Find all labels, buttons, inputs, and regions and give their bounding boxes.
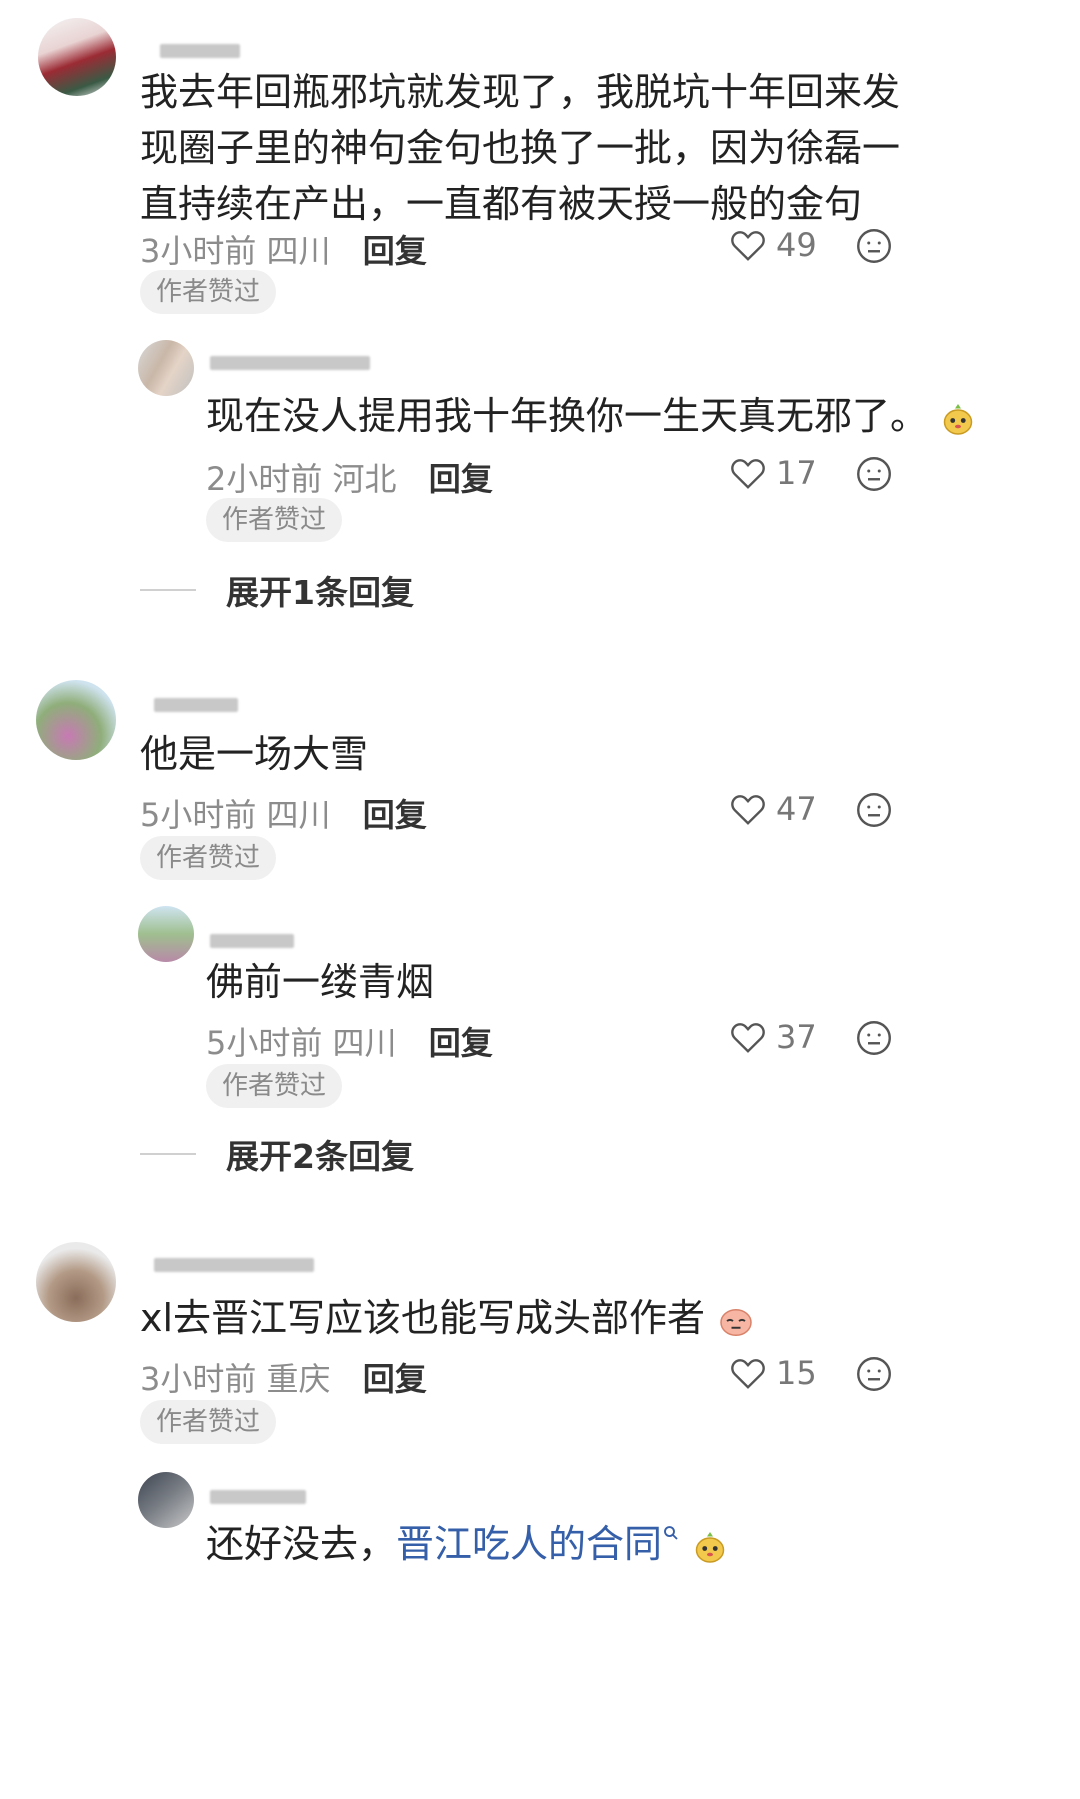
sticker-emoji-icon — [943, 403, 973, 435]
comment-location: 河北 — [332, 460, 397, 498]
username-redacted[interactable] — [210, 1490, 306, 1504]
like-button[interactable]: 47 — [730, 790, 817, 828]
author-liked-badge: 作者赞过 — [140, 270, 277, 314]
comment-meta: 3小时前 四川 回复 — [140, 226, 427, 272]
username-redacted[interactable] — [154, 1258, 314, 1272]
divider — [140, 1153, 196, 1155]
comment-time: 2小时前 — [206, 460, 323, 498]
comment-text: 还好没去，晋江吃人的合同 — [206, 1516, 728, 1572]
reply-button[interactable]: 回复 — [429, 1024, 493, 1062]
author-liked-badge: 作者赞过 — [140, 1400, 277, 1444]
author-liked-badge: 作者赞过 — [206, 1064, 343, 1108]
comment-time: 5小时前 — [206, 1024, 323, 1062]
comment-time: 5小时前 — [140, 796, 257, 834]
like-count: 47 — [776, 790, 817, 828]
meh-face-icon[interactable] — [856, 456, 892, 492]
like-button[interactable]: 49 — [730, 226, 817, 264]
meh-face-icon[interactable] — [856, 228, 892, 264]
username-redacted[interactable] — [210, 356, 370, 370]
comment-location: 四川 — [266, 796, 331, 834]
comment-location: 四川 — [266, 232, 331, 270]
reply-button[interactable]: 回复 — [363, 232, 427, 270]
username-redacted[interactable] — [160, 44, 240, 58]
reply-button[interactable]: 回复 — [363, 1360, 427, 1398]
meh-face-icon[interactable] — [856, 1020, 892, 1056]
comment-text: 他是一场大雪 — [140, 732, 369, 776]
comment-time: 3小时前 — [140, 232, 257, 270]
heart-outline-icon — [731, 459, 765, 489]
divider — [140, 589, 196, 591]
like-button[interactable]: 15 — [730, 1354, 817, 1392]
search-link[interactable]: 晋江吃人的合同 — [396, 1522, 662, 1566]
comment-meta: 2小时前 河北 回复 — [206, 454, 493, 500]
avatar[interactable] — [138, 906, 194, 962]
comment-meta: 3小时前 重庆 回复 — [140, 1354, 427, 1400]
heart-outline-icon — [731, 231, 765, 261]
reply-text: 现在没人提用我十年换你一生天真无邪了。 — [206, 394, 929, 438]
avatar[interactable] — [38, 18, 116, 96]
meh-face-icon[interactable] — [856, 1356, 892, 1392]
reply-button[interactable]: 回复 — [363, 796, 427, 834]
comment-text: 我去年回瓶邪坑就发现了，我脱坑十年回来发现圈子里的神句金句也换了一批，因为徐磊一… — [140, 70, 901, 226]
comment-meta: 5小时前 四川 回复 — [206, 1018, 493, 1064]
meh-face-icon[interactable] — [856, 792, 892, 828]
author-liked-badge: 作者赞过 — [206, 498, 343, 542]
like-button[interactable]: 37 — [730, 1018, 817, 1056]
sticker-emoji-icon — [695, 1531, 725, 1563]
author-liked-badge: 作者赞过 — [140, 836, 277, 880]
comment-text: xl去晋江写应该也能写成头部作者 — [140, 1290, 755, 1346]
avatar[interactable] — [138, 1472, 194, 1528]
expand-replies-button[interactable]: 展开1条回复 — [140, 566, 414, 614]
like-count: 49 — [776, 226, 817, 264]
comment-time: 3小时前 — [140, 1360, 257, 1398]
heart-outline-icon — [731, 1023, 765, 1053]
reply-text: xl去晋江写应该也能写成头部作者 — [140, 1296, 706, 1340]
avatar[interactable] — [138, 340, 194, 396]
expand-label: 展开1条回复 — [226, 573, 414, 612]
username-redacted[interactable] — [154, 698, 238, 712]
username-redacted[interactable] — [210, 934, 294, 948]
sticker-emoji-icon — [720, 1308, 752, 1336]
avatar[interactable] — [36, 680, 116, 760]
search-icon[interactable] — [662, 1524, 680, 1542]
expand-label: 展开2条回复 — [226, 1137, 414, 1176]
like-count: 17 — [776, 454, 817, 492]
expand-replies-button[interactable]: 展开2条回复 — [140, 1130, 414, 1178]
like-count: 15 — [776, 1354, 817, 1392]
comment-text: 佛前一缕青烟 — [206, 960, 435, 1004]
avatar[interactable] — [36, 1242, 116, 1322]
comment-meta: 5小时前 四川 回复 — [140, 790, 427, 836]
comment-text: 现在没人提用我十年换你一生天真无邪了。 — [206, 388, 976, 444]
comment-location: 重庆 — [266, 1360, 331, 1398]
reply-text: 还好没去， — [206, 1522, 397, 1566]
heart-outline-icon — [731, 795, 765, 825]
like-button[interactable]: 17 — [730, 454, 817, 492]
comment-location: 四川 — [332, 1024, 397, 1062]
like-count: 37 — [776, 1018, 817, 1056]
heart-outline-icon — [731, 1359, 765, 1389]
reply-button[interactable]: 回复 — [429, 460, 493, 498]
